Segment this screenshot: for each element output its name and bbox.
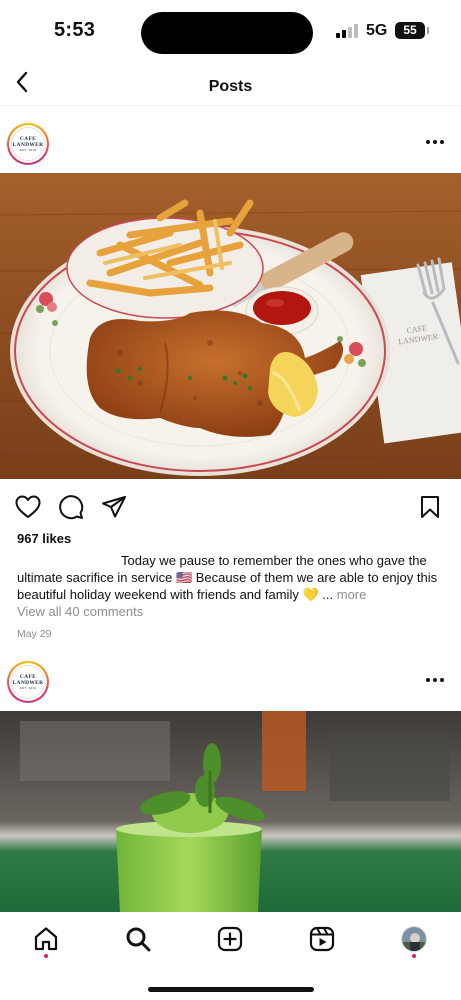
post-header: CAFE LANDWER EST. 1919 — [0, 115, 461, 173]
post-date: May 29 — [17, 628, 52, 640]
more-horizontal-icon — [425, 678, 446, 682]
search-icon — [126, 927, 151, 952]
post-header-2: CAFE LANDWER EST. 1919 — [0, 653, 461, 711]
view-comments-link[interactable]: View all 40 comments — [17, 604, 143, 619]
comment-icon — [59, 495, 84, 520]
post-caption: Today we pause to remember the ones who … — [17, 552, 447, 603]
profile-notification-dot — [412, 954, 416, 958]
caption-text: Today we pause to remember the ones who … — [17, 553, 438, 602]
save-button[interactable] — [415, 492, 445, 522]
home-notification-dot — [44, 954, 48, 958]
like-button[interactable] — [13, 492, 43, 522]
nav-create[interactable] — [213, 922, 247, 956]
battery-icon: 55 — [395, 22, 429, 39]
signal-icon — [336, 24, 358, 38]
nav-reels[interactable] — [305, 922, 339, 956]
status-time: 5:53 — [54, 19, 96, 41]
send-icon — [102, 496, 126, 518]
schnitzel-photo: CAFE LANDWER — [0, 173, 461, 479]
post-options-button-2[interactable] — [425, 670, 445, 690]
more-horizontal-icon — [425, 140, 446, 144]
share-button[interactable] — [99, 492, 129, 522]
bookmark-icon — [421, 496, 439, 518]
bottom-nav — [0, 912, 461, 1000]
post-image[interactable]: CAFE LANDWER — [0, 173, 461, 479]
battery-level: 55 — [403, 23, 417, 37]
profile-avatar — [401, 926, 427, 952]
comment-button[interactable] — [56, 492, 86, 522]
account-avatar-2[interactable]: CAFE LANDWER EST. 1919 — [7, 661, 49, 703]
nav-search[interactable] — [121, 922, 155, 956]
reels-icon — [309, 926, 335, 952]
cafe-landwer-logo: CAFE LANDWER EST. 1919 — [11, 665, 45, 699]
caption-ellipsis: ... — [322, 587, 334, 602]
nav-home[interactable] — [29, 922, 63, 956]
post-image-2[interactable] — [0, 711, 461, 912]
caption-more-link[interactable]: more — [337, 587, 367, 602]
page-title: Posts — [208, 78, 253, 95]
network-type: 5G — [366, 22, 388, 39]
plus-square-icon — [217, 926, 243, 952]
cafe-landwer-logo: CAFE LANDWER EST. 1919 — [11, 127, 45, 161]
mint-drink-photo — [0, 711, 461, 912]
home-indicator — [148, 987, 314, 992]
top-header: Posts — [0, 62, 461, 106]
heart-icon — [15, 495, 41, 518]
likes-count[interactable]: 967 likes — [17, 531, 71, 546]
home-icon — [34, 927, 58, 951]
status-bar: 5:53 5G 55 — [0, 0, 461, 62]
nav-profile[interactable] — [397, 922, 431, 956]
post-options-button[interactable] — [425, 132, 445, 152]
post-actions — [0, 490, 461, 526]
account-avatar[interactable]: CAFE LANDWER EST. 1919 — [7, 123, 49, 165]
dynamic-island — [141, 12, 313, 54]
